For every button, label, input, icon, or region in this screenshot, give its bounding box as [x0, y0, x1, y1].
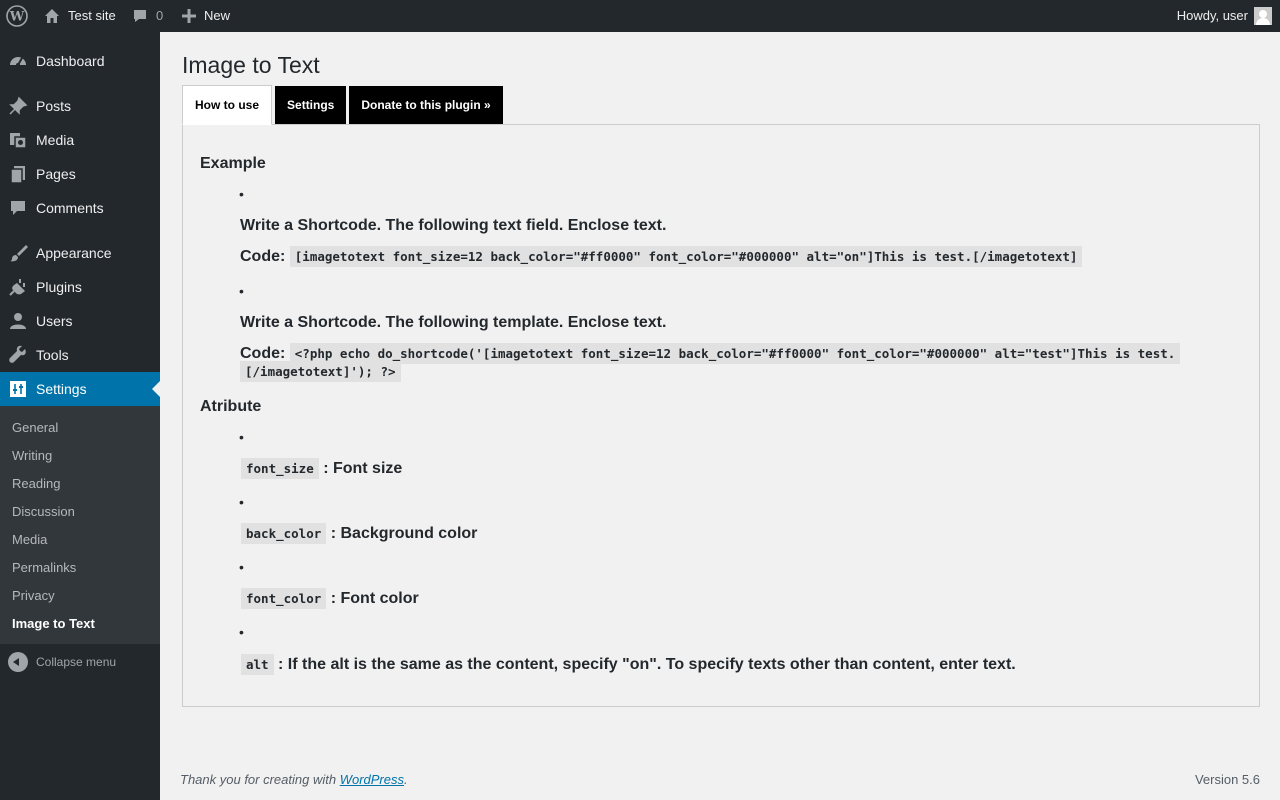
tab-how-to-use[interactable]: How to use	[182, 85, 273, 125]
list-bullet: •	[239, 624, 244, 640]
attribute-code: font_size	[241, 458, 319, 479]
submenu-discussion[interactable]: Discussion	[12, 504, 75, 519]
example-2-text: Write a Shortcode. The following templat…	[240, 314, 667, 331]
menu-item-plugins[interactable]: Plugins	[0, 270, 160, 304]
plug-icon	[0, 277, 36, 297]
menu-label: Media	[36, 132, 75, 148]
site-name: Test site	[68, 8, 116, 23]
pin-icon	[0, 96, 36, 116]
plus-icon	[182, 9, 196, 23]
attribute-desc: : Font color	[330, 590, 419, 607]
collapse-menu-button[interactable]: Collapse menu	[0, 652, 160, 672]
new-content-link[interactable]: New	[182, 0, 230, 32]
code-label: Code:	[240, 248, 286, 265]
menu-item-media[interactable]: Media	[0, 123, 160, 157]
attribute-code: font_color	[241, 588, 327, 609]
howdy-text: Howdy, user	[1176, 8, 1248, 23]
site-name-link[interactable]: Test site	[44, 0, 116, 32]
menu-label: Comments	[36, 200, 104, 216]
footer-thanks: Thank you for creating with WordPress.	[180, 772, 408, 787]
submenu-permalinks[interactable]: Permalinks	[12, 560, 76, 575]
user-icon	[0, 311, 36, 331]
submenu-general[interactable]: General	[12, 420, 58, 435]
submenu-writing[interactable]: Writing	[12, 448, 52, 463]
menu-item-dashboard[interactable]: Dashboard	[0, 44, 160, 78]
footer-thanks-suffix: .	[404, 772, 408, 787]
list-bullet: •	[239, 186, 244, 202]
submenu-privacy[interactable]: Privacy	[12, 588, 55, 603]
menu-item-settings[interactable]: Settings	[0, 372, 160, 406]
new-label: New	[204, 8, 231, 23]
submenu-image-to-text[interactable]: Image to Text	[12, 616, 95, 631]
attribute-row: font_size : Font size	[241, 458, 403, 479]
menu-label: Pages	[36, 166, 76, 182]
example-heading: Example	[200, 155, 266, 172]
tab-donate[interactable]: Donate to this plugin »	[349, 86, 503, 124]
menu-label: Plugins	[36, 279, 82, 295]
menu-label: Users	[36, 313, 73, 329]
menu-item-comments[interactable]: Comments	[0, 191, 160, 225]
submenu-reading[interactable]: Reading	[12, 476, 60, 491]
brush-icon	[0, 243, 36, 263]
wordpress-logo-icon[interactable]: W	[6, 0, 28, 32]
comments-link[interactable]: 0	[132, 0, 163, 32]
attribute-row: alt : If the alt is the same as the cont…	[241, 654, 1016, 675]
account-menu[interactable]: Howdy, user	[1177, 0, 1272, 32]
main-content: Image to Text How to use Settings Donate…	[160, 32, 1280, 800]
sliders-icon	[0, 379, 36, 399]
attribute-row: back_color : Background color	[241, 523, 478, 544]
attribute-code: alt	[241, 654, 274, 675]
home-icon	[44, 8, 60, 24]
admin-menu: Dashboard Posts Media Pages Comments App…	[0, 32, 160, 800]
example-1-text: Write a Shortcode. The following text fi…	[240, 217, 667, 234]
attribute-code: back_color	[241, 523, 327, 544]
menu-item-appearance[interactable]: Appearance	[0, 236, 160, 270]
comment-icon	[132, 8, 148, 24]
list-bullet: •	[239, 283, 244, 299]
list-bullet: •	[239, 429, 244, 445]
svg-text:W: W	[9, 10, 25, 25]
menu-label: Dashboard	[36, 53, 105, 69]
attribute-row: font_color : Font color	[241, 588, 419, 609]
collapse-arrow-icon	[8, 652, 28, 672]
example-2-code: <?php echo do_shortcode('[imagetotext fo…	[240, 343, 1181, 382]
menu-label: Appearance	[36, 245, 112, 261]
menu-label: Tools	[36, 347, 69, 363]
list-bullet: •	[239, 559, 244, 575]
media-icon	[0, 130, 36, 150]
dashboard-icon	[0, 51, 36, 71]
pages-icon	[0, 164, 36, 184]
example-2-code-line: Code: <?php echo do_shortcode('[imagetot…	[240, 343, 1181, 382]
menu-item-pages[interactable]: Pages	[0, 157, 160, 191]
attribute-desc: : If the alt is the same as the content,…	[278, 656, 1016, 673]
footer-thanks-prefix: Thank you for creating with	[180, 772, 340, 787]
wrench-icon	[0, 345, 36, 365]
code-label: Code:	[240, 345, 286, 362]
list-bullet: •	[239, 494, 244, 510]
page-title: Image to Text	[182, 52, 320, 78]
how-to-use-panel: Example • Write a Shortcode. The followi…	[182, 124, 1260, 707]
wordpress-link[interactable]: WordPress	[340, 772, 404, 787]
attribute-desc: : Background color	[330, 525, 478, 542]
menu-item-users[interactable]: Users	[0, 304, 160, 338]
comment-icon	[0, 198, 36, 218]
tab-settings[interactable]: Settings	[275, 86, 347, 124]
settings-submenu: General Writing Reading Discussion Media…	[0, 406, 160, 644]
tab-bar: How to use Settings Donate to this plugi…	[182, 85, 506, 125]
avatar	[1254, 7, 1272, 25]
comments-count: 0	[156, 8, 164, 23]
collapse-label: Collapse menu	[36, 655, 117, 669]
attribute-desc: : Font size	[323, 460, 403, 477]
menu-item-posts[interactable]: Posts	[0, 89, 160, 123]
submenu-media[interactable]: Media	[12, 532, 47, 547]
footer-version: Version 5.6	[1194, 772, 1260, 787]
menu-label: Posts	[36, 98, 72, 114]
menu-label: Settings	[36, 381, 87, 397]
example-1-code: [imagetotext font_size=12 back_color="#f…	[289, 246, 1083, 267]
example-1-code-line: Code: [imagetotext font_size=12 back_col…	[240, 246, 1083, 267]
attribute-heading: Atribute	[200, 398, 262, 415]
admin-bar: W Test site 0 New Howdy, user	[0, 0, 1280, 32]
menu-item-tools[interactable]: Tools	[0, 338, 160, 372]
